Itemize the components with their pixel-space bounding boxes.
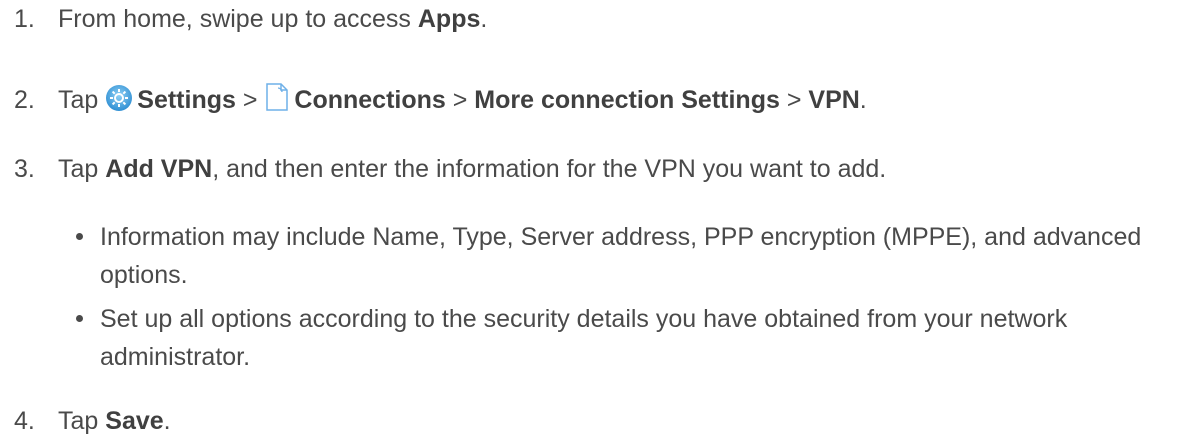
step-text: Tap — [58, 407, 106, 435]
step-number: 2. — [14, 86, 35, 114]
step-3: 3. Tap Add VPN, and then enter the inform… — [14, 154, 886, 184]
bullet-text: Set up all options according to the secu… — [100, 305, 1068, 371]
apps-label: Apps — [417, 5, 481, 33]
add-vpn-label: Add VPN — [105, 155, 213, 183]
separator: > — [445, 86, 475, 114]
step-text-end: . — [163, 407, 171, 435]
step-text: Tap — [58, 86, 106, 114]
settings-gear-icon — [105, 84, 133, 119]
bullet-dot — [76, 233, 83, 240]
bullet-item: Set up all options according to the secu… — [76, 300, 1150, 376]
save-label: Save — [105, 407, 164, 435]
bullet-dot — [76, 315, 83, 322]
step-1: 1. From home, swipe up to access Apps. — [14, 4, 487, 34]
step-text-end: . — [480, 5, 488, 33]
connections-page-icon — [264, 82, 290, 119]
step-number: 1. — [14, 5, 35, 33]
step-number: 4. — [14, 407, 35, 435]
separator: > — [779, 86, 809, 114]
bullet-text: Information may include Name, Type, Serv… — [100, 223, 1142, 289]
step-text: Tap — [58, 155, 106, 183]
step-text-end: . — [859, 86, 867, 114]
step-text: From home, swipe up to access — [58, 5, 418, 33]
step-number: 3. — [14, 155, 35, 183]
settings-label: Settings — [137, 86, 236, 114]
vpn-label: VPN — [808, 86, 860, 114]
more-connection-settings-label: More connection Settings — [474, 86, 780, 114]
connections-label: Connections — [294, 86, 446, 114]
bullet-item: Information may include Name, Type, Serv… — [76, 218, 1150, 294]
step-2: 2. Tap Settings > Connections > More conn… — [14, 82, 867, 119]
step-text-end: , and then enter the information for the… — [212, 155, 887, 183]
step-4: 4. Tap Save. — [14, 406, 171, 436]
separator: > — [235, 86, 265, 114]
